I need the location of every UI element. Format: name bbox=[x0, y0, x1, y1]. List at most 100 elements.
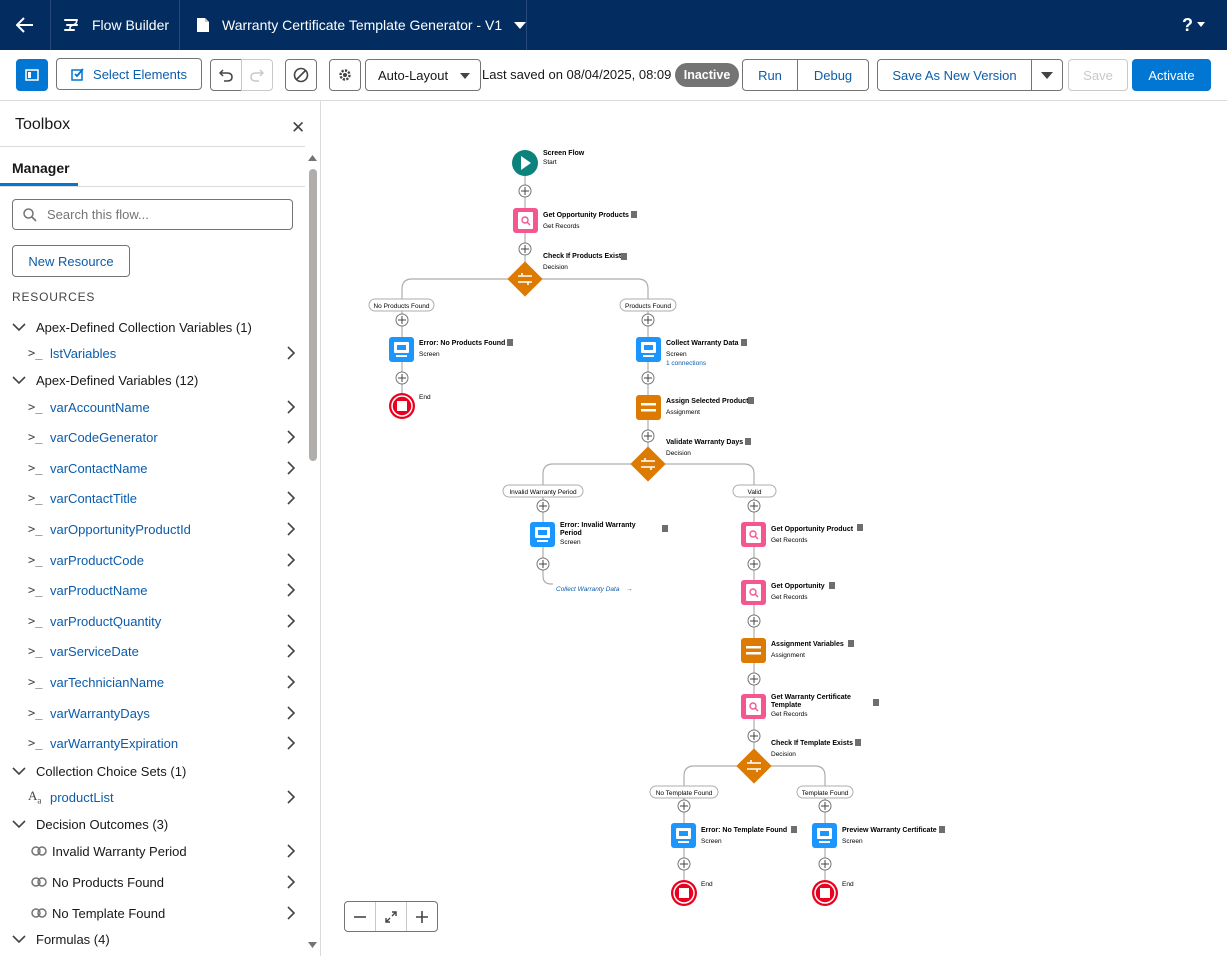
node-menu-icon[interactable] bbox=[873, 699, 879, 706]
assignment-node[interactable] bbox=[636, 395, 661, 420]
node-menu-icon[interactable] bbox=[939, 826, 945, 833]
screen-node[interactable] bbox=[671, 823, 696, 848]
node-menu-icon[interactable] bbox=[857, 524, 863, 531]
resource-item[interactable]: >_ varProductQuantity bbox=[28, 610, 298, 632]
section-choice-sets[interactable]: Collection Choice Sets (1) bbox=[12, 761, 186, 781]
get-records-node[interactable] bbox=[741, 694, 766, 719]
end-node[interactable] bbox=[389, 393, 415, 419]
get-records-node[interactable] bbox=[741, 580, 766, 605]
section-apex-vars[interactable]: Apex-Defined Variables (12) bbox=[12, 370, 198, 390]
undo-button[interactable] bbox=[210, 59, 242, 91]
resource-item[interactable]: >_ varServiceDate bbox=[28, 640, 298, 662]
node-menu-icon[interactable] bbox=[662, 525, 668, 532]
decision-node[interactable] bbox=[507, 261, 543, 297]
resource-item[interactable]: >_ varContactName bbox=[28, 457, 298, 479]
resource-search[interactable] bbox=[12, 199, 293, 230]
section-apex-collection-vars[interactable]: Apex-Defined Collection Variables (1) bbox=[12, 317, 252, 337]
get-records-node[interactable] bbox=[741, 522, 766, 547]
resource-item[interactable]: No Template Found bbox=[28, 902, 298, 924]
resource-item[interactable]: >_ varOpportunityProductId bbox=[28, 518, 298, 540]
resource-item[interactable]: >_ varProductCode bbox=[28, 549, 298, 571]
toggle-toolbox-button[interactable] bbox=[16, 59, 48, 91]
node-menu-icon[interactable] bbox=[507, 339, 513, 346]
check-errors-button[interactable] bbox=[285, 59, 317, 91]
save-label: Save bbox=[1083, 67, 1113, 83]
select-elements-button[interactable]: Select Elements bbox=[56, 58, 202, 90]
checkbox-select-icon bbox=[71, 68, 84, 81]
chevron-right-icon bbox=[287, 522, 296, 536]
node-menu-icon[interactable] bbox=[855, 739, 861, 746]
get-records-node[interactable] bbox=[513, 208, 538, 233]
tab-manager[interactable]: Manager bbox=[12, 160, 70, 176]
fit-view-button[interactable] bbox=[376, 902, 407, 931]
node-menu-icon[interactable] bbox=[791, 826, 797, 833]
chevron-down-icon bbox=[12, 820, 26, 829]
back-arrow-icon bbox=[16, 17, 33, 33]
settings-button[interactable] bbox=[329, 59, 361, 91]
debug-button[interactable]: Debug bbox=[797, 59, 869, 91]
screen-node[interactable] bbox=[389, 337, 414, 362]
redo-button[interactable] bbox=[241, 59, 273, 91]
resource-item[interactable]: >_ varAccountName bbox=[28, 396, 298, 418]
node-menu-icon[interactable] bbox=[829, 582, 835, 589]
back-button[interactable] bbox=[0, 0, 50, 50]
run-button[interactable]: Run bbox=[742, 59, 798, 91]
screen-node[interactable] bbox=[636, 337, 661, 362]
resource-item[interactable]: >_ varProductName bbox=[28, 579, 298, 601]
chevron-right-icon bbox=[287, 675, 296, 689]
screen-node[interactable] bbox=[530, 522, 555, 547]
header-divider bbox=[50, 0, 51, 50]
flow-canvas[interactable]: Screen Flow Start Get Opportunity Produc… bbox=[322, 101, 1227, 956]
scrollbar-thumb[interactable] bbox=[309, 169, 317, 461]
goto-link[interactable]: Collect Warranty Data bbox=[556, 586, 620, 593]
node-sub: Assignment bbox=[666, 409, 700, 416]
help-menu[interactable]: ? bbox=[1182, 0, 1205, 50]
connections-link[interactable]: 1 connections bbox=[666, 360, 707, 367]
node-menu-icon[interactable] bbox=[745, 438, 751, 445]
flow-title-menu[interactable]: Warranty Certificate Template Generator … bbox=[196, 0, 527, 50]
close-icon[interactable]: ✕ bbox=[291, 118, 305, 138]
node-menu-icon[interactable] bbox=[741, 339, 747, 346]
node-title: Get Opportunity bbox=[771, 583, 825, 590]
screen-node[interactable] bbox=[812, 823, 837, 848]
resource-item[interactable]: >_ varCodeGenerator bbox=[28, 426, 298, 448]
node-menu-icon[interactable] bbox=[621, 253, 627, 260]
node-menu-icon[interactable] bbox=[748, 397, 754, 404]
zoom-in-button[interactable] bbox=[407, 902, 437, 931]
flow-builder-icon bbox=[64, 19, 78, 31]
layout-mode-select[interactable]: Auto-Layout bbox=[365, 59, 481, 91]
node-menu-icon[interactable] bbox=[848, 640, 854, 647]
end-node[interactable] bbox=[812, 880, 838, 906]
node-title: Get Opportunity Products bbox=[543, 212, 629, 219]
resource-item[interactable]: >_ lstVariables bbox=[28, 342, 298, 364]
outcome-icon bbox=[31, 846, 47, 856]
variable-icon: >_ bbox=[28, 400, 43, 414]
section-formulas[interactable]: Formulas (4) bbox=[12, 929, 110, 949]
resource-item[interactable]: Invalid Warranty Period bbox=[28, 840, 298, 862]
decision-node[interactable] bbox=[630, 446, 666, 482]
zoom-out-button[interactable] bbox=[345, 902, 376, 931]
resource-item[interactable]: No Products Found bbox=[28, 871, 298, 893]
save-button[interactable]: Save bbox=[1068, 59, 1128, 91]
resource-item[interactable]: >_ varWarrantyExpiration bbox=[28, 732, 298, 754]
scroll-up-icon bbox=[308, 155, 317, 161]
save-as-new-version-button[interactable]: Save As New Version bbox=[877, 59, 1032, 91]
assignment-node[interactable] bbox=[741, 638, 766, 663]
activate-button[interactable]: Activate bbox=[1132, 59, 1211, 91]
save-as-new-label: Save As New Version bbox=[892, 67, 1017, 83]
last-saved-text: Last saved on 08/04/2025, 08:09 bbox=[482, 67, 672, 82]
section-decision-outcomes[interactable]: Decision Outcomes (3) bbox=[12, 814, 168, 834]
end-node[interactable] bbox=[671, 880, 697, 906]
branch-label: Valid bbox=[748, 489, 762, 496]
resource-item[interactable]: >_ varWarrantyDays bbox=[28, 702, 298, 724]
search-input[interactable] bbox=[47, 207, 267, 222]
resource-item[interactable]: >_ varContactTitle bbox=[28, 487, 298, 509]
debug-label: Debug bbox=[813, 67, 853, 83]
decision-node[interactable] bbox=[736, 748, 772, 784]
new-resource-button[interactable]: New Resource bbox=[12, 245, 130, 277]
node-menu-icon[interactable] bbox=[631, 211, 637, 218]
resource-item[interactable]: >_ varTechnicianName bbox=[28, 671, 298, 693]
start-node[interactable] bbox=[512, 150, 538, 176]
save-options-menu[interactable] bbox=[1031, 59, 1063, 91]
resource-item[interactable]: Aa productList bbox=[28, 786, 298, 808]
